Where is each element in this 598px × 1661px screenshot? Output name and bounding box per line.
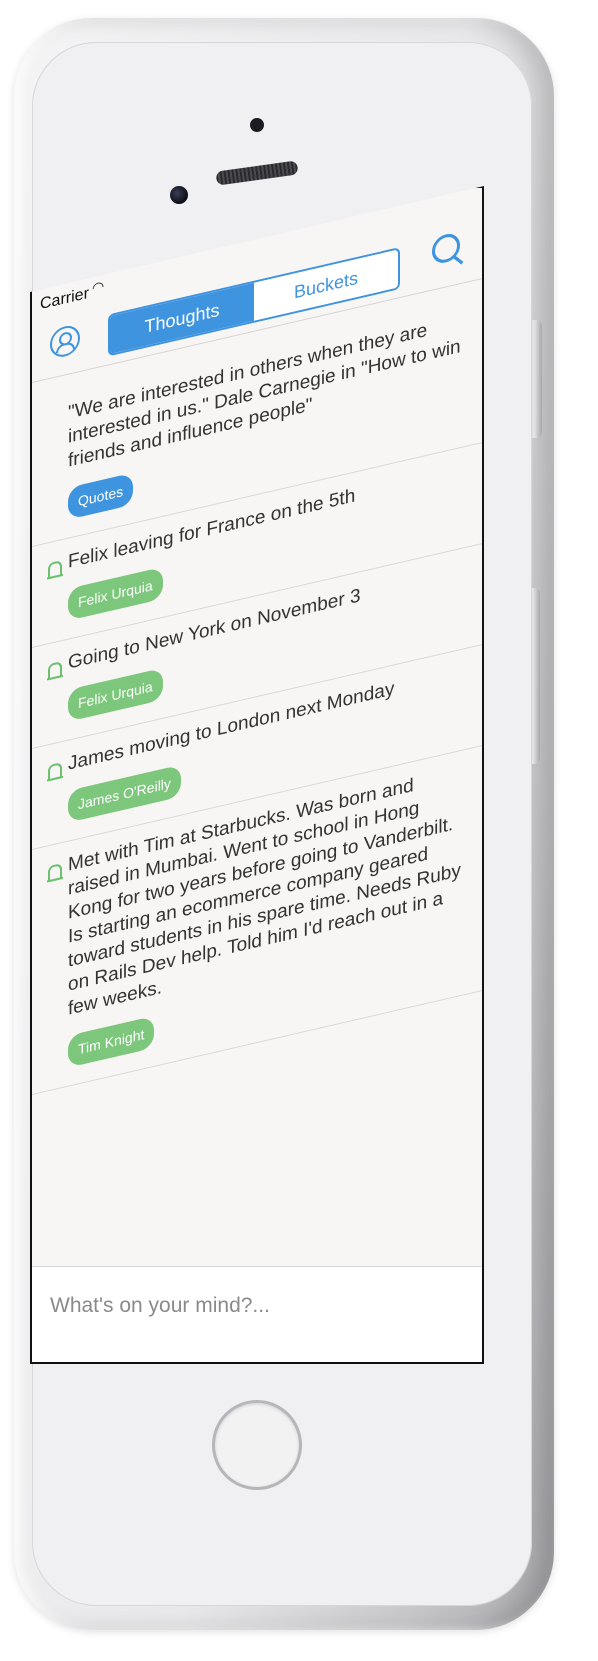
bell-icon (48, 863, 62, 883)
thought-feed: "We are interested in others when they a… (32, 280, 482, 1095)
app-screen: Carrier ◠ 10:41 PM Thoughts Buckets "We … (30, 186, 484, 1364)
tag-badge[interactable]: Tim Knight (68, 1015, 155, 1068)
camera (170, 186, 188, 204)
wifi-icon: ◠ (92, 277, 105, 297)
tag-badge[interactable]: Quotes (68, 472, 134, 520)
tag-badge[interactable]: James O'Reilly (68, 764, 181, 823)
search-icon[interactable] (432, 231, 460, 266)
bell-icon (48, 762, 62, 782)
bell-icon (48, 661, 62, 681)
bell-icon (48, 560, 62, 580)
sensor (250, 118, 264, 132)
composer-bar (32, 1266, 482, 1362)
tag-badge[interactable]: Felix Urquia (68, 667, 163, 722)
profile-icon[interactable] (50, 322, 80, 360)
tag-badge[interactable]: Felix Urquia (68, 566, 163, 621)
thought-input[interactable] (48, 1285, 442, 1327)
home-button[interactable] (212, 1400, 302, 1490)
app-content: Carrier ◠ 10:41 PM Thoughts Buckets "We … (32, 188, 482, 1362)
